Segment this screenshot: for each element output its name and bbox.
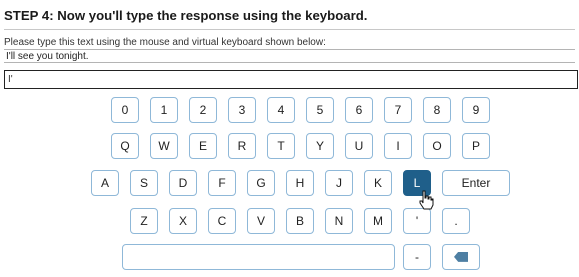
key-t[interactable]: T <box>267 133 295 159</box>
key-1[interactable]: 1 <box>150 97 178 123</box>
key-0[interactable]: 0 <box>111 97 139 123</box>
key-3[interactable]: 3 <box>228 97 256 123</box>
key-e[interactable]: E <box>189 133 217 159</box>
key-n[interactable]: N <box>325 208 353 234</box>
key-a[interactable]: A <box>91 170 119 196</box>
key-7[interactable]: 7 <box>384 97 412 123</box>
key-q[interactable]: Q <box>111 133 139 159</box>
instruction-text: Please type this text using the mouse an… <box>4 37 326 48</box>
space-key[interactable] <box>122 244 395 270</box>
key-6[interactable]: 6 <box>345 97 373 123</box>
enter-key[interactable]: Enter <box>442 170 510 196</box>
key-dash[interactable]: - <box>403 244 431 270</box>
key-8[interactable]: 8 <box>423 97 451 123</box>
key-x[interactable]: X <box>169 208 197 234</box>
key-r[interactable]: R <box>228 133 256 159</box>
key-9[interactable]: 9 <box>462 97 490 123</box>
key-j[interactable]: J <box>325 170 353 196</box>
key-y[interactable]: Y <box>306 133 334 159</box>
key-g[interactable]: G <box>247 170 275 196</box>
key-w[interactable]: W <box>150 133 178 159</box>
key-m[interactable]: M <box>364 208 392 234</box>
key-period[interactable]: . <box>442 208 470 234</box>
key-2[interactable]: 2 <box>189 97 217 123</box>
key-i[interactable]: I <box>384 133 412 159</box>
target-text: I'll see you tonight. <box>4 49 575 63</box>
response-input[interactable]: I' <box>4 70 578 89</box>
key-f[interactable]: F <box>208 170 236 196</box>
key-apostrophe[interactable]: ' <box>403 208 431 234</box>
backspace-key[interactable] <box>442 244 480 270</box>
key-z[interactable]: Z <box>130 208 158 234</box>
step-title: STEP 4: Now you'll type the response usi… <box>4 8 575 30</box>
key-5[interactable]: 5 <box>306 97 334 123</box>
key-p[interactable]: P <box>462 133 490 159</box>
backspace-icon <box>454 251 468 262</box>
key-k[interactable]: K <box>364 170 392 196</box>
key-s[interactable]: S <box>130 170 158 196</box>
hand-cursor-icon <box>419 190 434 210</box>
key-c[interactable]: C <box>208 208 236 234</box>
key-o[interactable]: O <box>423 133 451 159</box>
key-v[interactable]: V <box>247 208 275 234</box>
key-d[interactable]: D <box>169 170 197 196</box>
key-u[interactable]: U <box>345 133 373 159</box>
key-4[interactable]: 4 <box>267 97 295 123</box>
key-h[interactable]: H <box>286 170 314 196</box>
key-b[interactable]: B <box>286 208 314 234</box>
